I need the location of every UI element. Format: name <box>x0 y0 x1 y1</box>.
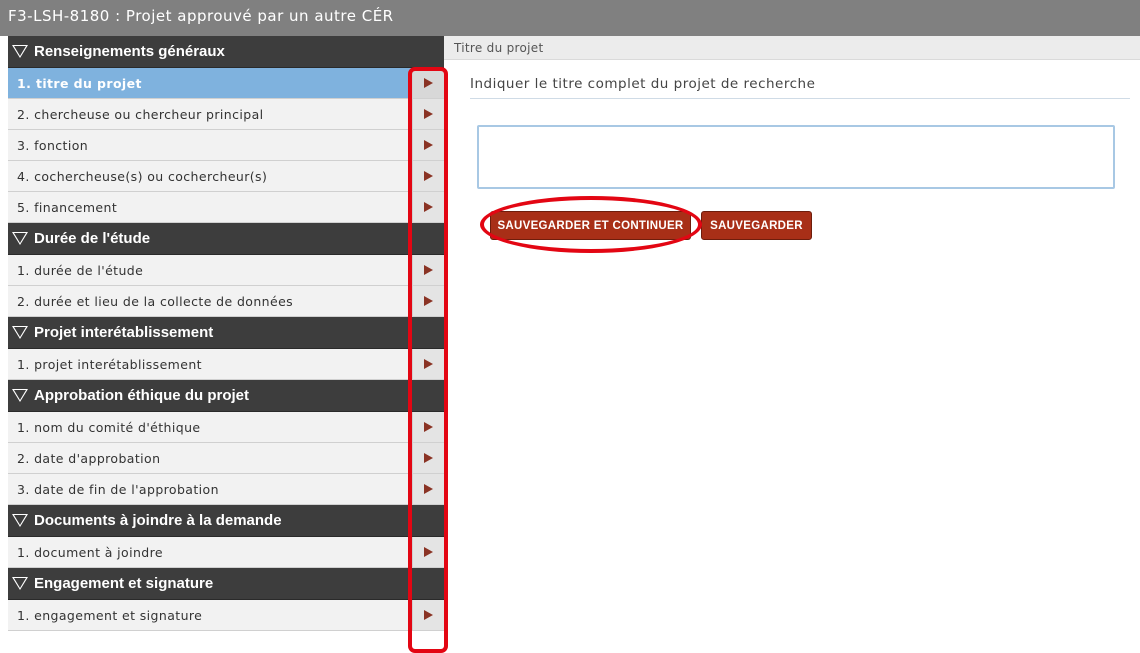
section-title: Engagement et signature <box>34 575 214 592</box>
play-arrow-icon <box>424 265 433 275</box>
sidebar-item-label: 5. financement <box>17 199 118 215</box>
sidebar-item-arrow-button[interactable] <box>412 474 444 504</box>
sidebar-item-label: 2. date d'approbation <box>17 450 161 466</box>
save-button[interactable]: SAUVEGARDER <box>701 211 812 240</box>
section-title: Renseignements généraux <box>34 43 225 60</box>
main-content: Titre du projet Indiquer le titre comple… <box>444 36 1140 653</box>
section-title: Documents à joindre à la demande <box>34 512 282 529</box>
sidebar-nav: Renseignements généraux 1. titre du proj… <box>8 36 444 653</box>
sidebar-item-label: 1. projet interétablissement <box>17 356 202 372</box>
sidebar-item-arrow-button[interactable] <box>412 255 444 285</box>
sidebar-item-arrow-button[interactable] <box>412 192 444 222</box>
sidebar-item-label: 1. nom du comité d'éthique <box>17 419 201 435</box>
save-and-continue-button[interactable]: SAUVEGARDER ET CONTINUER <box>490 211 691 240</box>
sidebar-item-engagement-signature[interactable]: 1. engagement et signature <box>8 600 444 631</box>
sidebar-item-label: 1. document à joindre <box>17 544 163 560</box>
triangle-down-icon <box>12 389 28 402</box>
sidebar-item-label: 2. durée et lieu de la collecte de donné… <box>17 293 294 309</box>
play-arrow-icon <box>424 78 433 88</box>
sidebar-item-label: 3. date de fin de l'approbation <box>17 481 219 497</box>
sidebar-item-duree-lieu-collecte[interactable]: 2. durée et lieu de la collecte de donné… <box>8 286 444 317</box>
section-title: Durée de l'étude <box>34 230 151 247</box>
sidebar-item-arrow-button[interactable] <box>412 286 444 316</box>
sidebar-item-titre-du-projet[interactable]: 1. titre du projet <box>8 68 444 99</box>
sidebar-item-fonction[interactable]: 3. fonction <box>8 130 444 161</box>
play-arrow-icon <box>424 610 433 620</box>
sidebar-item-label: 3. fonction <box>17 137 89 153</box>
sidebar-item-cochercheurs[interactable]: 4. cochercheuse(s) ou cochercheur(s) <box>8 161 444 192</box>
play-arrow-icon <box>424 453 433 463</box>
content-header: Titre du projet <box>444 36 1140 60</box>
section-header-renseignements[interactable]: Renseignements généraux <box>8 36 444 68</box>
sidebar-item-date-approbation[interactable]: 2. date d'approbation <box>8 443 444 474</box>
play-arrow-icon <box>424 171 433 181</box>
section-header-interetablissement[interactable]: Projet interétablissement <box>8 317 444 349</box>
project-title-input[interactable] <box>477 125 1115 189</box>
sidebar-item-projet-interetablissement[interactable]: 1. projet interétablissement <box>8 349 444 380</box>
sidebar-item-arrow-button[interactable] <box>412 443 444 473</box>
sidebar-item-label: 1. titre du projet <box>17 75 142 91</box>
sidebar-item-chercheur-principal[interactable]: 2. chercheuse ou chercheur principal <box>8 99 444 130</box>
play-arrow-icon <box>424 140 433 150</box>
section-header-approbation[interactable]: Approbation éthique du projet <box>8 380 444 412</box>
play-arrow-icon <box>424 547 433 557</box>
question-label: Indiquer le titre complet du projet de r… <box>470 76 1130 99</box>
sidebar-item-date-fin-approbation[interactable]: 3. date de fin de l'approbation <box>8 474 444 505</box>
sidebar-item-label: 1. durée de l'étude <box>17 262 144 278</box>
triangle-down-icon <box>12 326 28 339</box>
section-title: Approbation éthique du projet <box>34 387 249 404</box>
play-arrow-icon <box>424 296 433 306</box>
sidebar-item-arrow-button[interactable] <box>412 412 444 442</box>
sidebar-item-label: 4. cochercheuse(s) ou cochercheur(s) <box>17 168 268 184</box>
play-arrow-icon <box>424 109 433 119</box>
section-header-documents[interactable]: Documents à joindre à la demande <box>8 505 444 537</box>
section-header-duree[interactable]: Durée de l'étude <box>8 223 444 255</box>
sidebar-item-duree-etude[interactable]: 1. durée de l'étude <box>8 255 444 286</box>
sidebar-item-arrow-button[interactable] <box>412 68 444 98</box>
section-title: Projet interétablissement <box>34 324 214 341</box>
sidebar-item-arrow-button[interactable] <box>412 99 444 129</box>
sidebar-item-arrow-button[interactable] <box>412 600 444 630</box>
triangle-down-icon <box>12 232 28 245</box>
sidebar-item-arrow-button[interactable] <box>412 130 444 160</box>
window-title: F3-LSH-8180 : Projet approuvé par un aut… <box>0 0 1140 36</box>
sidebar-item-label: 1. engagement et signature <box>17 607 203 623</box>
triangle-down-icon <box>12 577 28 590</box>
sidebar-item-document-joindre[interactable]: 1. document à joindre <box>8 537 444 568</box>
play-arrow-icon <box>424 422 433 432</box>
sidebar-item-arrow-button[interactable] <box>412 161 444 191</box>
play-arrow-icon <box>424 359 433 369</box>
sidebar-item-arrow-button[interactable] <box>412 349 444 379</box>
sidebar-item-arrow-button[interactable] <box>412 537 444 567</box>
play-arrow-icon <box>424 202 433 212</box>
sidebar-item-financement[interactable]: 5. financement <box>8 192 444 223</box>
section-header-engagement[interactable]: Engagement et signature <box>8 568 444 600</box>
sidebar-item-nom-comite[interactable]: 1. nom du comité d'éthique <box>8 412 444 443</box>
sidebar-item-label: 2. chercheuse ou chercheur principal <box>17 106 264 122</box>
triangle-down-icon <box>12 514 28 527</box>
triangle-down-icon <box>12 45 28 58</box>
play-arrow-icon <box>424 484 433 494</box>
